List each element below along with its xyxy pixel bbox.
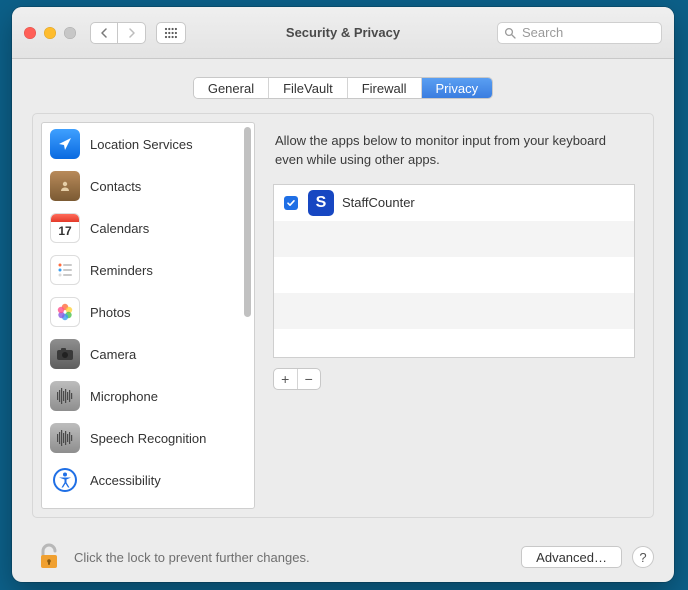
sidebar-list[interactable]: Location Services Contacts 17 Calendars [42,123,254,508]
lock-text: Click the lock to prevent further change… [74,550,310,565]
sidebar-item-label: Reminders [90,263,153,278]
main-area: Allow the apps below to monitor input fr… [255,114,653,517]
scroll-thumb[interactable] [244,127,251,317]
grid-icon [164,27,178,39]
sidebar-item-label: Microphone [90,389,158,404]
forward-button[interactable] [118,22,146,44]
add-remove-buttons: + − [273,368,321,390]
advanced-button[interactable]: Advanced… [521,546,622,568]
sidebar-item-reminders[interactable]: Reminders [42,249,254,291]
search-input[interactable] [520,24,655,41]
titlebar: Security & Privacy [12,7,674,59]
tab-general[interactable]: General [194,78,269,98]
app-row-empty [274,293,634,329]
tab-row: General FileVault Firewall Privacy [12,59,674,109]
sidebar-item-label: Contacts [90,179,141,194]
sidebar: Location Services Contacts 17 Calendars [41,122,255,509]
sidebar-scrollbar[interactable] [240,123,254,508]
show-all-button[interactable] [156,22,186,44]
app-icon: S [308,190,334,216]
sidebar-item-speech-recognition[interactable]: Speech Recognition [42,417,254,459]
search-icon [504,27,516,39]
panel: Location Services Contacts 17 Calendars [32,113,654,518]
description-text: Allow the apps below to monitor input fr… [275,132,633,170]
minimize-window-button[interactable] [44,27,56,39]
app-row-empty [274,257,634,293]
nav-buttons [90,22,146,44]
sidebar-item-contacts[interactable]: Contacts [42,165,254,207]
sidebar-item-location-services[interactable]: Location Services [42,123,254,165]
lock-icon [37,543,61,571]
app-name: StaffCounter [342,195,415,210]
traffic-lights [24,27,76,39]
speech-icon [50,423,80,453]
reminders-icon [50,255,80,285]
app-row[interactable]: S StaffCounter [274,185,634,221]
chevron-left-icon [100,28,108,38]
help-button[interactable]: ? [632,546,654,568]
tab-firewall[interactable]: Firewall [348,78,422,98]
sidebar-item-calendars[interactable]: 17 Calendars [42,207,254,249]
sidebar-item-accessibility[interactable]: Accessibility [42,459,254,501]
tabs: General FileVault Firewall Privacy [193,77,493,99]
remove-button[interactable]: − [298,369,321,389]
sidebar-item-label: Calendars [90,221,149,236]
sidebar-item-label: Location Services [90,137,193,152]
sidebar-item-label: Speech Recognition [90,431,206,446]
camera-icon [50,339,80,369]
prefs-window: Security & Privacy General FileVault Fir… [12,7,674,582]
check-icon [286,198,296,208]
tab-filevault[interactable]: FileVault [269,78,348,98]
tab-privacy[interactable]: Privacy [422,78,493,98]
search-field[interactable] [497,22,662,44]
sidebar-item-microphone[interactable]: Microphone [42,375,254,417]
calendar-icon: 17 [50,213,80,243]
contacts-icon [50,171,80,201]
chevron-right-icon [128,28,136,38]
lock-button[interactable] [32,540,66,574]
app-checkbox[interactable] [284,196,298,210]
microphone-icon [50,381,80,411]
back-button[interactable] [90,22,118,44]
close-window-button[interactable] [24,27,36,39]
location-icon [50,129,80,159]
add-button[interactable]: + [274,369,298,389]
accessibility-icon [50,465,80,495]
sidebar-item-photos[interactable]: Photos [42,291,254,333]
zoom-window-button[interactable] [64,27,76,39]
sidebar-item-camera[interactable]: Camera [42,333,254,375]
photos-icon [50,297,80,327]
sidebar-item-label: Accessibility [90,473,161,488]
sidebar-item-label: Camera [90,347,136,362]
footer: Click the lock to prevent further change… [12,534,674,582]
sidebar-item-label: Photos [90,305,130,320]
app-list[interactable]: S StaffCounter [273,184,635,358]
app-row-empty [274,221,634,257]
app-row-empty [274,329,634,358]
